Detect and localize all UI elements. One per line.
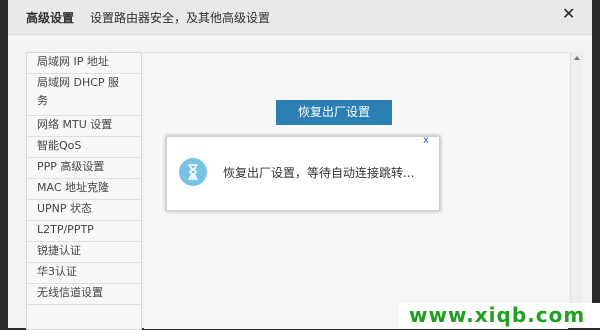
- watermark-text: www.xiqb.com: [409, 303, 586, 327]
- sidebar-item-label: PPP 高级设置: [37, 160, 105, 173]
- factory-reset-button[interactable]: 恢复出厂设置: [276, 100, 392, 125]
- sidebar-item-label: 智能QoS: [37, 139, 82, 152]
- watermark: www.xiqb.com: [399, 303, 600, 328]
- sidebar-item-l2tp[interactable]: L2TP/PPTP: [27, 221, 141, 242]
- dialog-message: 恢复出厂设置，等待自动连接跳转...: [223, 166, 415, 180]
- sidebar-item-label: 局域网 IP 地址: [37, 55, 109, 68]
- sidebar-item-mac-clone[interactable]: MAC 地址克隆: [27, 179, 141, 200]
- sidebar-item-label: 锐捷认证: [37, 244, 81, 257]
- sidebar-item-mtu[interactable]: 网络 MTU 设置: [27, 116, 141, 137]
- sidebar-item-wireless-channel[interactable]: 无线信道设置: [27, 284, 141, 305]
- sidebar-item-label: L2TP/PPTP: [37, 223, 94, 236]
- scrollbar[interactable]: [570, 52, 583, 328]
- sidebar-item-label: 无线信道设置: [37, 286, 103, 299]
- sidebar-item-label: 华3认证: [37, 265, 77, 278]
- sidebar-item-h3c[interactable]: 华3认证: [27, 263, 141, 284]
- sidebar-item-label: 网络 MTU 设置: [37, 118, 113, 131]
- page-subtitle: 设置路由器安全，及其他高级设置: [90, 11, 271, 25]
- sidebar-item-qos[interactable]: 智能QoS: [27, 137, 141, 158]
- sidebar-item-label: 务: [37, 94, 48, 107]
- window-close-icon[interactable]: ✕: [562, 6, 578, 22]
- sidebar-item-label: UPNP 状态: [37, 202, 93, 215]
- page-title: 高级设置: [26, 11, 75, 25]
- sidebar-menu: 局域网 IP 地址 局域网 DHCP 服 务 网络 MTU 设置 智能QoS P…: [26, 52, 142, 330]
- sidebar-item-label: 局域网 DHCP 服: [37, 76, 120, 89]
- title-bar: 高级设置 设置路由器安全，及其他高级设置 ✕: [8, 0, 592, 35]
- sidebar-item-upnp[interactable]: UPNP 状态: [27, 200, 141, 221]
- sidebar-item-label: MAC 地址克隆: [37, 181, 109, 194]
- sidebar-item-lan-dhcp[interactable]: 局域网 DHCP 服 务: [27, 74, 141, 116]
- reset-progress-dialog: x 恢复出厂设置，等待自动连接跳转...: [166, 136, 440, 211]
- sidebar-item-ruijie[interactable]: 锐捷认证: [27, 242, 141, 263]
- sidebar-item-lan-ip[interactable]: 局域网 IP 地址: [27, 53, 141, 74]
- scroll-up-arrow-icon[interactable]: [574, 56, 580, 60]
- dialog-close-icon[interactable]: x: [423, 136, 433, 146]
- sidebar-item-ppp[interactable]: PPP 高级设置: [27, 158, 141, 179]
- hourglass-icon: [179, 158, 207, 186]
